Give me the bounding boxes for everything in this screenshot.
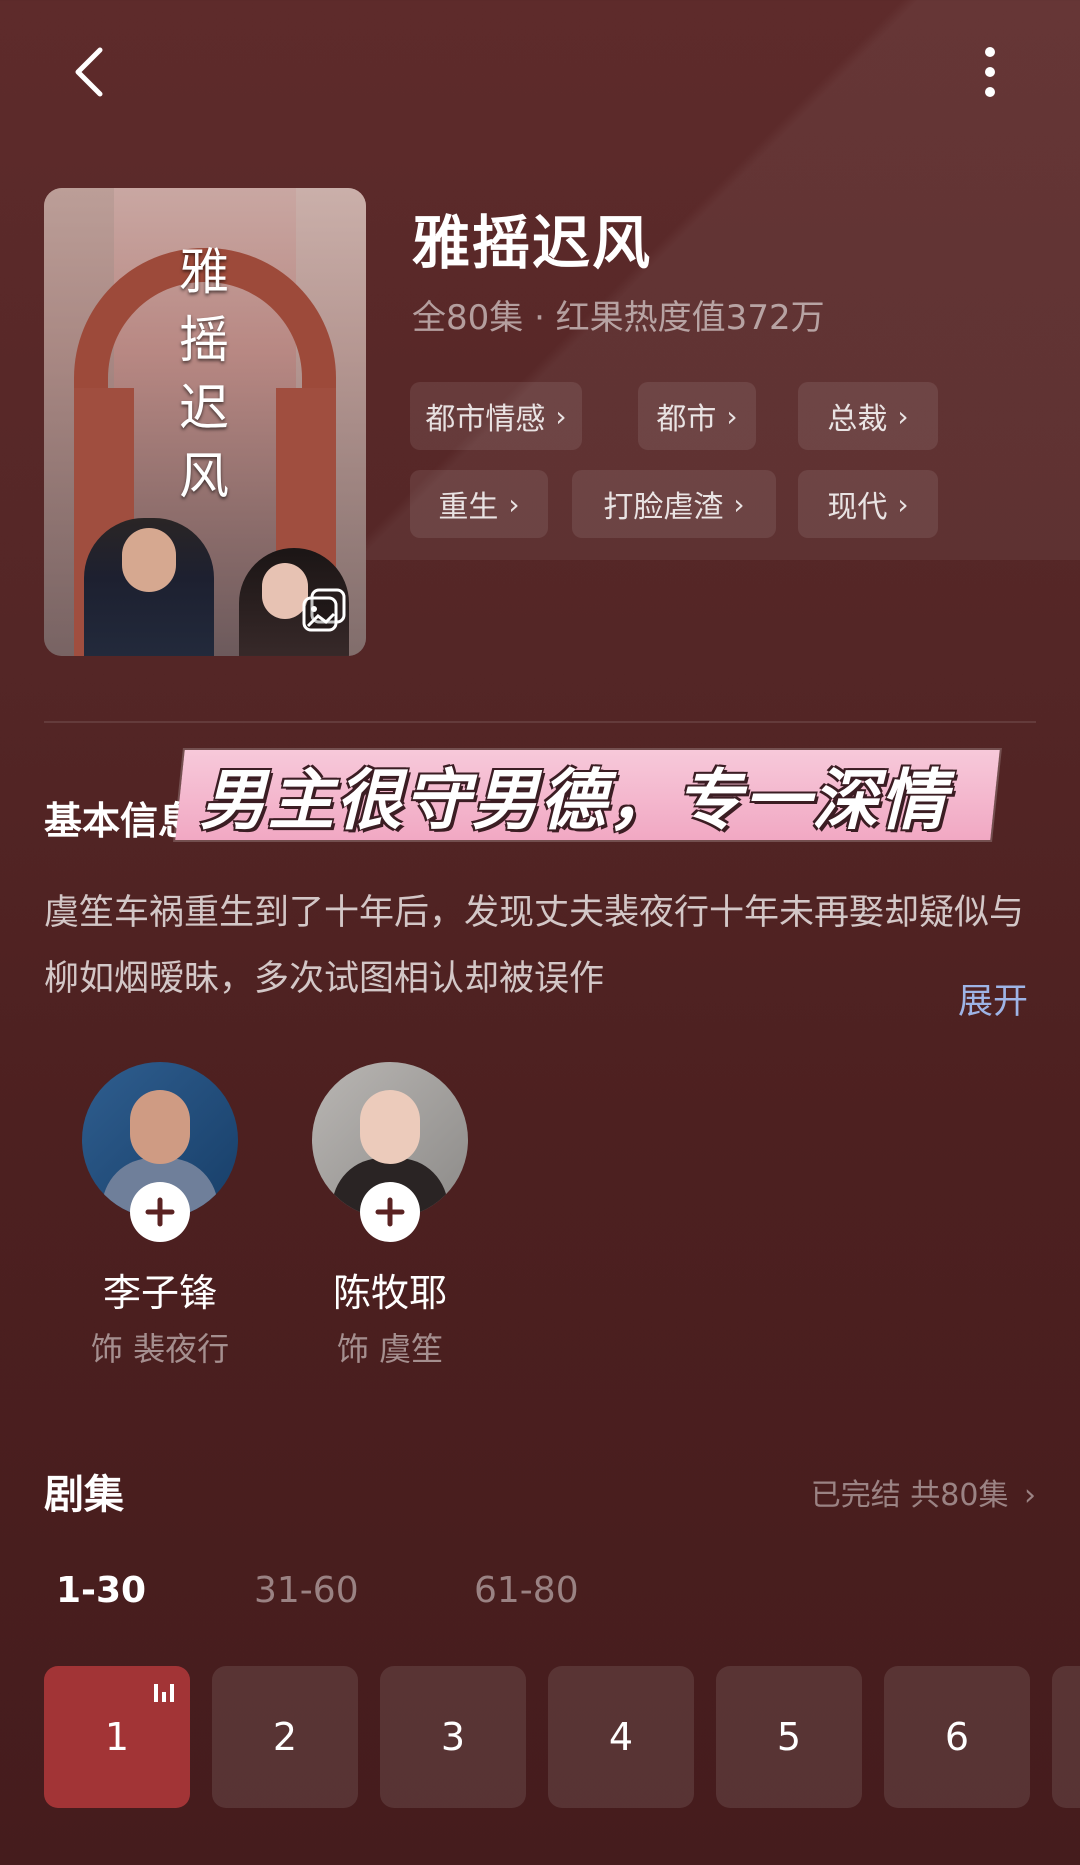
range-tab[interactable]: 1-30 [56,1570,146,1611]
playing-indicator-icon [154,1684,174,1702]
chevron-right-icon: › [897,487,909,521]
follow-button[interactable] [130,1182,190,1242]
tag-label: 重生 [438,490,499,525]
chevron-left-icon [75,47,103,97]
actor-role: 饰 裴夜行 [90,1330,230,1368]
synopsis-text: 虞笙车祸重生到了十年后，发现丈夫裴夜行十年未再娶却疑似与柳如烟暧昧，多次试图相认… [44,893,1025,999]
show-meta: 全80集 · 红果热度值372万 [412,298,825,338]
plus-icon [145,1197,175,1227]
range-tab[interactable]: 61-80 [474,1570,579,1611]
episode-button[interactable]: 5 [716,1666,862,1808]
episode-button[interactable]: 2 [212,1666,358,1808]
cover-title-char: 雅 [179,243,229,301]
episode-status-text: 已完结 共80集 [810,1478,1009,1513]
tag-chip[interactable]: 都市 › [638,382,756,450]
episode-number: 1 [104,1715,130,1759]
follow-button[interactable] [360,1182,420,1242]
tag-label: 都市 [656,402,717,437]
overlay-caption: 男主很守男德，专一深情 [200,762,948,839]
cover-title-char: 风 [179,447,229,505]
actor-name: 李子锋 [102,1271,217,1315]
actor-role: 饰 虞笙 [336,1330,444,1368]
tag-label: 总裁 [827,402,888,437]
tag-chip[interactable]: 现代 › [798,470,938,538]
tag-chip[interactable]: 重生 › [410,470,548,538]
episode-button-partial[interactable] [1052,1666,1080,1808]
divider [44,721,1036,723]
tag-label: 打脸虐渣 [603,490,724,525]
more-options-button[interactable] [960,42,1020,102]
chevron-right-icon: › [1024,1478,1036,1513]
section-title-basic-info: 基本信息 [44,799,197,843]
chevron-right-icon: › [897,399,909,433]
episode-number: 5 [776,1715,802,1759]
gallery-icon[interactable] [300,586,348,634]
chevron-right-icon: › [733,487,745,521]
chevron-right-icon: › [555,399,567,433]
episode-number: 6 [944,1715,970,1759]
episode-button[interactable]: 1 [44,1666,190,1808]
episode-status-link[interactable]: 已完结 共80集 › [811,1470,1036,1514]
more-vertical-icon [985,47,995,97]
avatar-face [130,1090,190,1164]
avatar-face [360,1090,420,1164]
tag-chip[interactable]: 打脸虐渣 › [572,470,776,538]
chevron-right-icon: › [508,487,520,521]
tag-label: 现代 [827,490,888,525]
cover-title: 雅 摇 迟 风 [174,238,234,510]
range-tab[interactable]: 31-60 [254,1570,359,1611]
episode-button[interactable]: 3 [380,1666,526,1808]
cover-title-char: 摇 [179,311,229,369]
show-title: 雅摇迟风 [412,209,653,277]
section-title-episodes: 剧集 [44,1472,124,1518]
episode-button[interactable]: 6 [884,1666,1030,1808]
tag-chip[interactable]: 总裁 › [798,382,938,450]
episode-button[interactable]: 4 [548,1666,694,1808]
cover-actor-male-face [122,528,176,592]
tag-label: 都市情感 [425,402,546,437]
episode-number: 3 [440,1715,466,1759]
tag-chip[interactable]: 都市情感 › [410,382,582,450]
chevron-right-icon: › [726,399,738,433]
back-button[interactable] [60,42,120,102]
cover-poster[interactable]: 雅 摇 迟 风 [44,188,366,656]
episode-number: 4 [608,1715,634,1759]
plus-icon [375,1197,405,1227]
expand-button[interactable]: 展开 [958,973,1028,1024]
episode-number: 2 [272,1715,298,1759]
actor-name: 陈牧耶 [332,1271,447,1315]
cover-title-char: 迟 [179,379,229,437]
